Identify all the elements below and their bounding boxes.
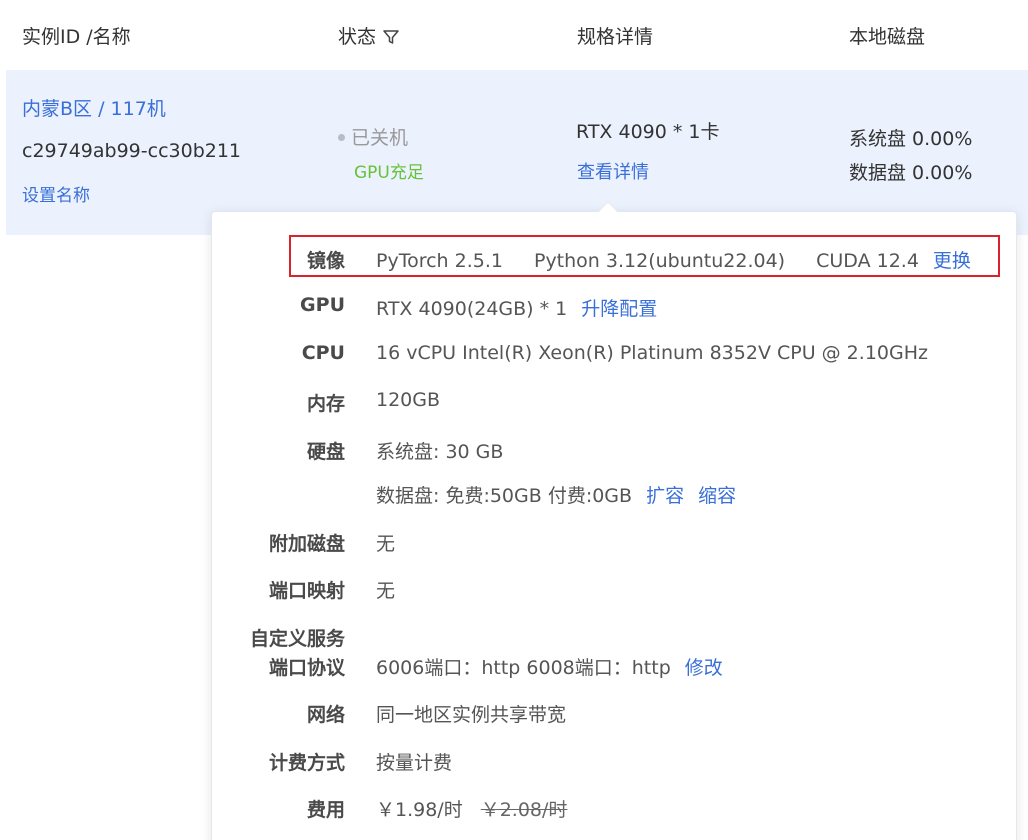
gpu-label: GPU: [300, 294, 345, 316]
network-value: 同一地区实例共享带宽: [376, 704, 567, 726]
shrink-disk-link[interactable]: 缩容: [698, 485, 736, 507]
filter-icon[interactable]: [382, 28, 400, 51]
cpu-label: CPU: [301, 342, 345, 364]
disk-label: 硬盘: [306, 441, 345, 463]
fee-value: ￥1.98/时: [376, 799, 463, 821]
gpu-value-row: RTX 4090(24GB) * 1 升降配置: [376, 294, 657, 321]
gpu-status-badge: GPU充足: [354, 163, 424, 183]
extra-disk-value: 无: [376, 533, 396, 555]
status-text: 已关机: [338, 123, 408, 150]
memory-value: 120GB: [376, 389, 441, 411]
fee-original-price: ￥2.08/时: [480, 799, 568, 821]
billing-label: 计费方式: [268, 752, 345, 774]
set-name-link[interactable]: 设置名称: [22, 181, 90, 206]
cpu-value: 16 vCPU Intel(R) Xeon(R) Platinum 8352V …: [376, 342, 928, 364]
expand-disk-link[interactable]: 扩容: [646, 485, 684, 507]
fee-label: 费用: [306, 799, 345, 821]
upgrade-config-link[interactable]: 升降配置: [581, 298, 657, 320]
port-mapping-value: 无: [376, 580, 396, 602]
region-machine-link[interactable]: 内蒙B区 / 117机: [22, 94, 166, 121]
edit-ports-link[interactable]: 修改: [685, 657, 723, 679]
custom-service-label: 自定义服务: [249, 628, 345, 650]
column-header-status-label: 状态: [338, 26, 377, 48]
view-details-link[interactable]: 查看详情: [577, 158, 649, 184]
status-label: 已关机: [351, 127, 409, 149]
disk-system-value: 系统盘: 30 GB: [376, 441, 504, 463]
table-header: 实例ID /名称 状态 规格详情 本地磁盘: [0, 0, 1028, 70]
column-header-status[interactable]: 状态: [338, 22, 400, 51]
instance-id: c29749ab99-cc30b211: [22, 140, 242, 162]
spec-summary: RTX 4090 * 1卡: [576, 121, 720, 143]
memory-label: 内存: [306, 393, 345, 415]
billing-value: 按量计费: [376, 752, 453, 774]
status-dot: [338, 134, 345, 141]
column-header-spec: 规格详情: [577, 26, 654, 48]
system-disk-usage: 系统盘 0.00%: [849, 128, 973, 150]
fee-row: ￥1.98/时 ￥2.08/时: [376, 795, 567, 822]
gpu-value: RTX 4090(24GB) * 1: [376, 298, 568, 320]
custom-service-row: 6006端口：http 6008端口：http 修改: [376, 653, 723, 680]
data-disk-usage: 数据盘 0.00%: [849, 162, 973, 184]
custom-service-value: 6006端口：http 6008端口：http: [376, 657, 671, 679]
disk-data-row: 数据盘: 免费:50GB 付费:0GB 扩容 缩容: [376, 481, 736, 508]
disk-data-value: 数据盘: 免费:50GB 付费:0GB: [376, 485, 633, 507]
network-label: 网络: [306, 704, 345, 726]
port-protocol-label: 端口协议: [268, 657, 345, 679]
column-header-id-name: 实例ID /名称: [22, 26, 131, 48]
column-header-disk: 本地磁盘: [849, 26, 926, 48]
extra-disk-label: 附加磁盘: [268, 533, 345, 555]
image-highlight-box: [289, 235, 1000, 277]
port-mapping-label: 端口映射: [268, 580, 345, 602]
